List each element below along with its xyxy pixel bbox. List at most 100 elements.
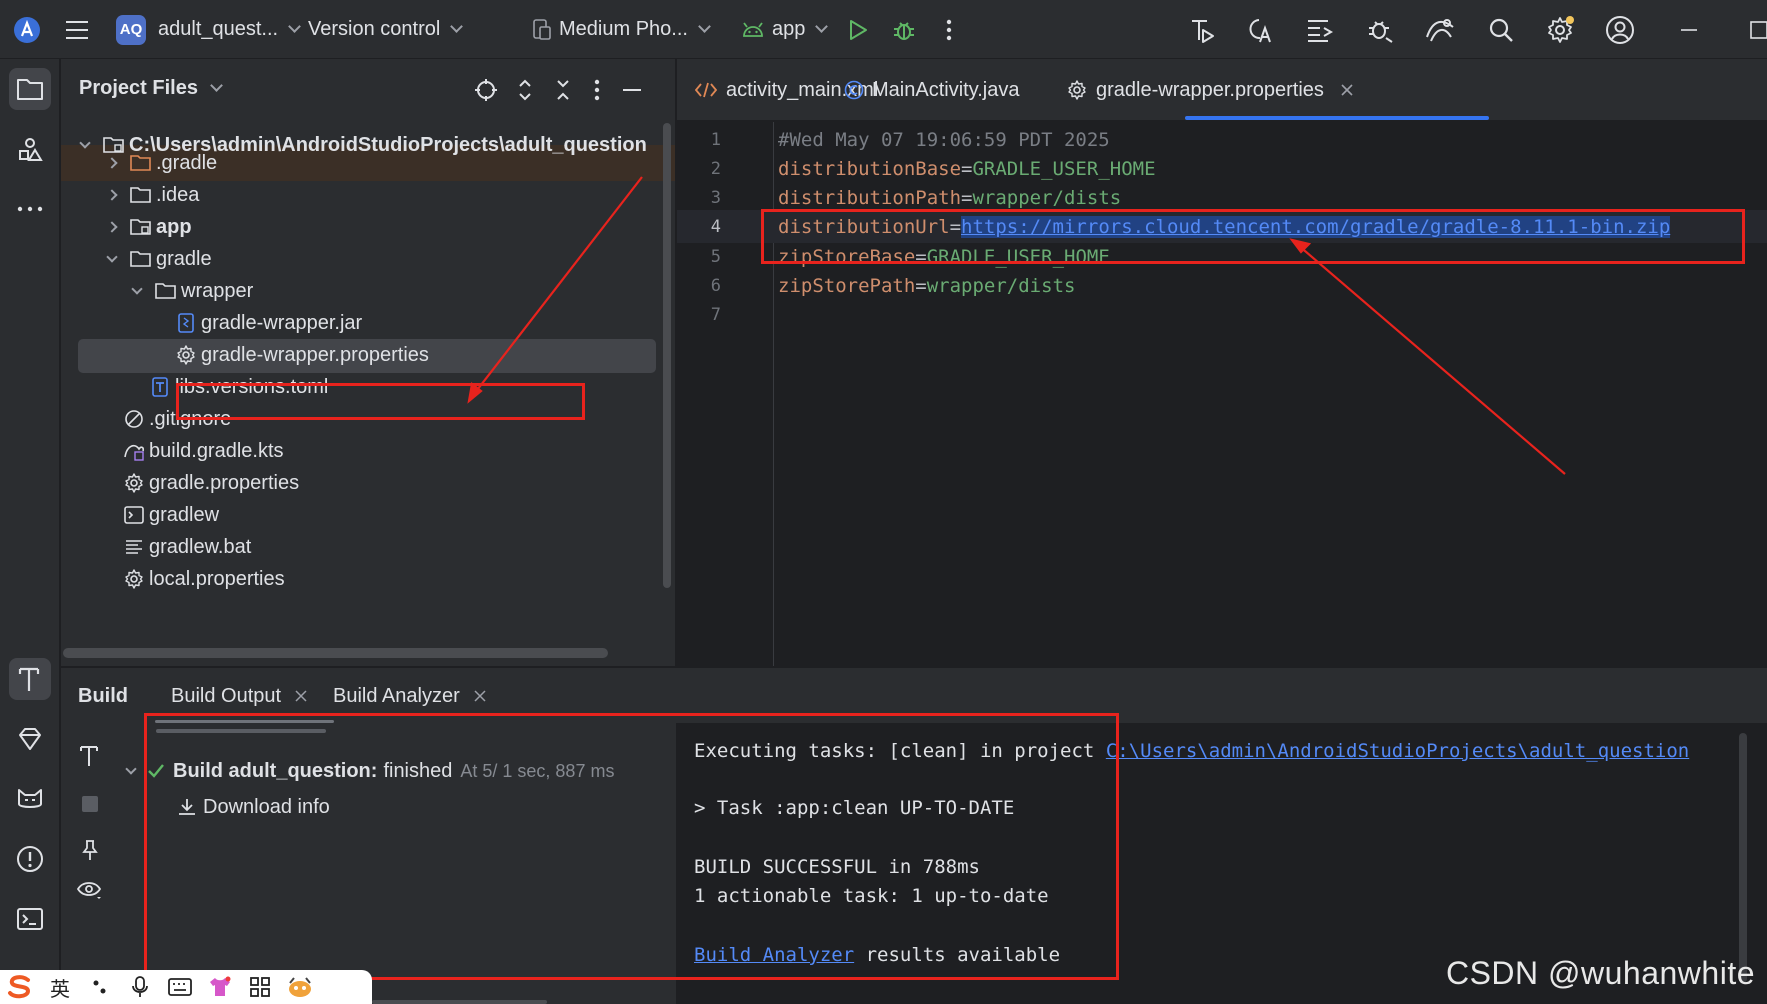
stop-build-icon[interactable] — [71, 785, 109, 823]
build-hammer-icon[interactable] — [71, 737, 109, 775]
microphone-icon[interactable] — [120, 970, 160, 1004]
version-control-menu[interactable]: Version control — [308, 0, 464, 59]
tree-item-dot-gradle[interactable]: .gradle — [61, 145, 675, 181]
collapse-all-icon[interactable] — [544, 71, 582, 109]
tree-item-label: gradlew.bat — [149, 535, 252, 558]
sync-gradle-icon[interactable] — [1301, 11, 1339, 49]
code-editor[interactable]: 1 #Wed May 07 19:06:59 PDT 2025 2 distri… — [677, 122, 1767, 666]
build-result-row[interactable]: Build adult_question: finished At 5/ 1 s… — [125, 753, 676, 789]
gradle-icon — [123, 441, 145, 461]
mascot-icon[interactable] — [280, 970, 320, 1004]
main-menu-icon[interactable] — [58, 11, 96, 49]
build-hammer-run-icon[interactable] — [1184, 11, 1222, 49]
download-info-row[interactable]: Download info — [177, 789, 676, 825]
tab-build-output[interactable]: Build Output — [171, 668, 307, 724]
view-options-eye-icon[interactable] — [71, 871, 109, 909]
tree-item-label: .gradle — [156, 151, 218, 174]
build-result-name: Build adult_question: — [173, 759, 378, 782]
device-manager-icon[interactable] — [1421, 11, 1459, 49]
maximize-window-icon[interactable] — [1740, 11, 1767, 49]
hide-panel-icon[interactable] — [613, 71, 651, 109]
tree-item-build-gradle-kts[interactable]: build.gradle.kts — [61, 433, 675, 469]
tab-build-analyzer[interactable]: Build Analyzer — [333, 668, 486, 724]
close-tab-icon[interactable] — [295, 690, 307, 702]
toolbox-grid-icon[interactable] — [240, 970, 280, 1004]
search-icon[interactable] — [1482, 11, 1520, 49]
build-analyzer-link[interactable]: Build Analyzer — [694, 944, 854, 966]
device-icon — [533, 18, 551, 40]
chevron-right-icon[interactable] — [106, 189, 118, 201]
project-panel-title[interactable]: Project Files — [79, 77, 223, 100]
run-icon[interactable] — [839, 11, 877, 49]
tree-item-gradle-wrapper-properties[interactable]: gradle-wrapper.properties — [61, 337, 675, 373]
tree-item-label: wrapper — [181, 279, 254, 302]
ime-toolbar: 英 — [0, 970, 372, 1004]
panel-options-icon[interactable] — [578, 71, 616, 109]
run-config-selector[interactable]: app — [742, 0, 829, 59]
more-actions-icon[interactable] — [930, 11, 968, 49]
tree-item-local-properties[interactable]: local.properties — [61, 561, 675, 597]
resource-manager-icon[interactable] — [9, 128, 51, 170]
debug-icon[interactable] — [885, 11, 923, 49]
project-switcher[interactable]: AQ adult_quest... — [116, 0, 301, 59]
minimize-window-icon[interactable] — [1670, 11, 1708, 49]
ime-language-toggle[interactable]: 英 — [40, 970, 80, 1004]
android-studio-logo-icon — [8, 11, 46, 49]
project-path-link[interactable]: C:\Users\admin\AndroidStudioProjects\adu… — [1106, 740, 1689, 762]
code-line-7[interactable]: 7 — [677, 298, 1767, 331]
tree-item-idea[interactable]: .idea — [61, 177, 675, 213]
code-line-4[interactable]: 4 distributionUrl=https://mirrors.cloud.… — [677, 210, 1767, 243]
chevron-down-icon[interactable] — [125, 762, 137, 775]
chevron-down-icon[interactable] — [131, 282, 143, 295]
gemini-icon[interactable] — [9, 718, 51, 760]
chevron-right-icon[interactable] — [106, 157, 118, 169]
tree-item-gradlew[interactable]: gradlew — [61, 497, 675, 533]
left-tool-strip — [0, 59, 60, 1004]
distribution-url-link[interactable]: https://mirrors.cloud.tencent.com/gradle… — [961, 215, 1671, 238]
project-vertical-scrollbar[interactable] — [663, 123, 671, 588]
tree-item-gitignore[interactable]: .gitignore — [61, 401, 675, 437]
skin-shirt-icon[interactable] — [200, 970, 240, 1004]
attach-debugger-icon[interactable] — [1361, 11, 1399, 49]
expand-all-icon[interactable] — [506, 71, 544, 109]
tab-gradle-wrapper-properties[interactable]: gradle-wrapper.properties — [1067, 59, 1354, 121]
sogou-logo-icon[interactable] — [0, 970, 40, 1004]
close-tab-icon[interactable] — [1340, 83, 1354, 97]
build-tool-icon[interactable] — [9, 658, 51, 700]
tab-main-activity-java[interactable]: MainActivity.java — [844, 59, 1019, 121]
tree-item-libs-versions-toml[interactable]: libs.versions.toml — [61, 369, 675, 405]
project-horizontal-scrollbar[interactable] — [63, 648, 608, 658]
punctuation-icon[interactable] — [80, 970, 120, 1004]
chevron-down-icon — [210, 79, 223, 92]
apply-changes-icon[interactable] — [1241, 11, 1279, 49]
account-avatar-icon[interactable] — [1601, 11, 1639, 49]
logcat-icon[interactable] — [9, 778, 51, 820]
keyboard-icon[interactable] — [160, 970, 200, 1004]
tree-item-gradle-properties[interactable]: gradle.properties — [61, 465, 675, 501]
chevron-down-icon[interactable] — [106, 250, 118, 263]
tree-item-app[interactable]: app — [61, 209, 675, 245]
vcs-label: Version control — [308, 18, 441, 40]
pin-icon[interactable] — [71, 831, 109, 869]
settings-gear-icon[interactable] — [1541, 11, 1579, 49]
locate-file-icon[interactable] — [467, 71, 505, 109]
device-selector[interactable]: Medium Pho... — [533, 0, 711, 59]
project-tool-icon[interactable] — [9, 68, 51, 110]
folder-orange-icon — [130, 153, 152, 173]
tree-item-gradle-folder[interactable]: gradle — [61, 241, 675, 277]
close-tab-icon[interactable] — [474, 690, 486, 702]
chevron-down-icon — [288, 20, 301, 33]
chevron-right-icon[interactable] — [106, 221, 118, 233]
console-scrollbar[interactable] — [1739, 733, 1747, 983]
device-label: Medium Pho... — [559, 18, 688, 40]
line-number: 5 — [710, 246, 721, 267]
tree-item-gradle-wrapper-jar[interactable]: gradle-wrapper.jar — [61, 305, 675, 341]
class-icon — [844, 80, 864, 100]
more-tools-icon[interactable] — [9, 188, 51, 230]
tree-item-wrapper[interactable]: wrapper — [61, 273, 675, 309]
build-tree-hscroll[interactable] — [372, 1000, 547, 1004]
tree-item-label: gradlew — [149, 503, 220, 526]
problems-icon[interactable] — [9, 838, 51, 880]
terminal-icon[interactable] — [9, 898, 51, 940]
tree-item-gradlew-bat[interactable]: gradlew.bat — [61, 529, 675, 565]
